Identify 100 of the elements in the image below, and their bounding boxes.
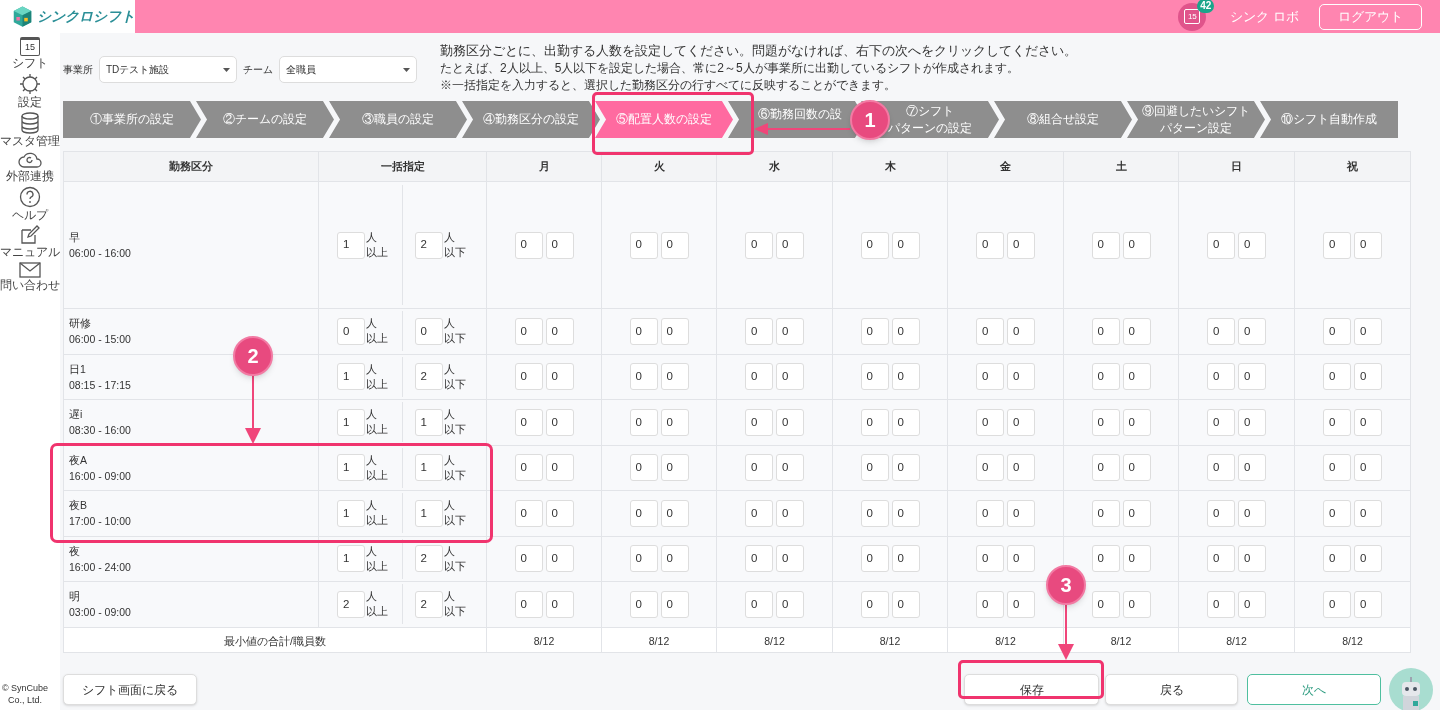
number-input[interactable]: 2: [414, 231, 443, 259]
number-input[interactable]: 2: [414, 363, 443, 391]
number-input[interactable]: 0: [1354, 408, 1382, 436]
number-input[interactable]: 0: [1207, 231, 1235, 259]
number-input[interactable]: 0: [745, 317, 773, 345]
number-input[interactable]: 0: [1122, 363, 1151, 391]
number-input[interactable]: 0: [776, 590, 804, 618]
number-input[interactable]: 0: [745, 408, 773, 436]
number-input[interactable]: 0: [1007, 499, 1035, 527]
number-input[interactable]: 0: [545, 545, 574, 573]
number-input[interactable]: 0: [629, 408, 658, 436]
number-input[interactable]: 0: [745, 545, 773, 573]
number-input[interactable]: 1: [414, 499, 443, 527]
number-input[interactable]: 0: [776, 545, 804, 573]
number-input[interactable]: 0: [1091, 545, 1120, 573]
number-input[interactable]: 0: [1323, 317, 1351, 345]
number-input[interactable]: 0: [860, 408, 889, 436]
number-input[interactable]: 0: [860, 317, 889, 345]
number-input[interactable]: 0: [1354, 317, 1382, 345]
number-input[interactable]: 0: [745, 363, 773, 391]
number-input[interactable]: 0: [1323, 363, 1351, 391]
number-input[interactable]: 0: [1354, 545, 1382, 573]
number-input[interactable]: 0: [629, 363, 658, 391]
number-input[interactable]: 0: [1207, 363, 1235, 391]
number-input[interactable]: 0: [660, 545, 689, 573]
number-input[interactable]: 0: [976, 545, 1004, 573]
sidebar-item[interactable]: 外部連携: [0, 151, 60, 183]
number-input[interactable]: 2: [414, 590, 443, 618]
sidebar-item[interactable]: 15 シフト: [0, 37, 60, 70]
number-input[interactable]: 0: [1238, 317, 1266, 345]
dropdown[interactable]: 全職員: [279, 56, 417, 83]
number-input[interactable]: 0: [776, 499, 804, 527]
number-input[interactable]: 0: [1091, 499, 1120, 527]
number-input[interactable]: 0: [1091, 590, 1120, 618]
number-input[interactable]: 0: [514, 454, 543, 482]
number-input[interactable]: 0: [1207, 545, 1235, 573]
sidebar-item[interactable]: 設定: [0, 73, 60, 109]
number-input[interactable]: 0: [976, 363, 1004, 391]
number-input[interactable]: 1: [337, 231, 365, 259]
number-input[interactable]: 0: [891, 231, 920, 259]
number-input[interactable]: 0: [1207, 454, 1235, 482]
number-input[interactable]: 0: [660, 499, 689, 527]
number-input[interactable]: 2: [414, 545, 443, 573]
number-input[interactable]: 0: [976, 231, 1004, 259]
number-input[interactable]: 0: [629, 317, 658, 345]
number-input[interactable]: 0: [660, 454, 689, 482]
number-input[interactable]: 0: [1122, 499, 1151, 527]
number-input[interactable]: 0: [514, 590, 543, 618]
number-input[interactable]: 0: [1122, 590, 1151, 618]
number-input[interactable]: 0: [337, 317, 365, 345]
number-input[interactable]: 0: [1238, 590, 1266, 618]
number-input[interactable]: 0: [414, 317, 443, 345]
number-input[interactable]: 0: [776, 408, 804, 436]
number-input[interactable]: 0: [660, 231, 689, 259]
number-input[interactable]: 0: [891, 317, 920, 345]
number-input[interactable]: 0: [1323, 454, 1351, 482]
number-input[interactable]: 0: [1238, 363, 1266, 391]
number-input[interactable]: 0: [545, 499, 574, 527]
number-input[interactable]: 0: [1354, 454, 1382, 482]
number-input[interactable]: 0: [745, 231, 773, 259]
number-input[interactable]: 0: [891, 499, 920, 527]
number-input[interactable]: 0: [1091, 408, 1120, 436]
number-input[interactable]: 0: [1207, 408, 1235, 436]
number-input[interactable]: 0: [860, 590, 889, 618]
number-input[interactable]: 0: [1091, 363, 1120, 391]
number-input[interactable]: 0: [745, 499, 773, 527]
number-input[interactable]: 0: [1207, 590, 1235, 618]
number-input[interactable]: 0: [629, 454, 658, 482]
back-to-shift-button[interactable]: シフト画面に戻る: [63, 674, 197, 705]
number-input[interactable]: 0: [1238, 499, 1266, 527]
number-input[interactable]: 0: [1091, 231, 1120, 259]
number-input[interactable]: 0: [1323, 499, 1351, 527]
logo[interactable]: シンクロシフト: [0, 0, 135, 33]
number-input[interactable]: 0: [1354, 231, 1382, 259]
number-input[interactable]: 0: [776, 363, 804, 391]
number-input[interactable]: 0: [1091, 454, 1120, 482]
number-input[interactable]: 2: [337, 590, 365, 618]
number-input[interactable]: 0: [1207, 317, 1235, 345]
number-input[interactable]: 0: [1122, 454, 1151, 482]
number-input[interactable]: 0: [1007, 454, 1035, 482]
number-input[interactable]: 0: [1007, 545, 1035, 573]
number-input[interactable]: 0: [891, 454, 920, 482]
number-input[interactable]: 0: [776, 454, 804, 482]
number-input[interactable]: 0: [976, 590, 1004, 618]
number-input[interactable]: 0: [514, 231, 543, 259]
number-input[interactable]: 0: [545, 231, 574, 259]
number-input[interactable]: 0: [1354, 363, 1382, 391]
number-input[interactable]: 0: [860, 454, 889, 482]
number-input[interactable]: 0: [1122, 408, 1151, 436]
number-input[interactable]: 0: [514, 363, 543, 391]
number-input[interactable]: 0: [976, 317, 1004, 345]
number-input[interactable]: 0: [660, 317, 689, 345]
number-input[interactable]: 0: [1323, 231, 1351, 259]
number-input[interactable]: 0: [514, 408, 543, 436]
number-input[interactable]: 0: [891, 545, 920, 573]
sidebar-item[interactable]: 問い合わせ: [0, 262, 60, 292]
number-input[interactable]: 0: [1091, 317, 1120, 345]
number-input[interactable]: 0: [776, 317, 804, 345]
number-input[interactable]: 0: [976, 454, 1004, 482]
number-input[interactable]: 0: [545, 590, 574, 618]
